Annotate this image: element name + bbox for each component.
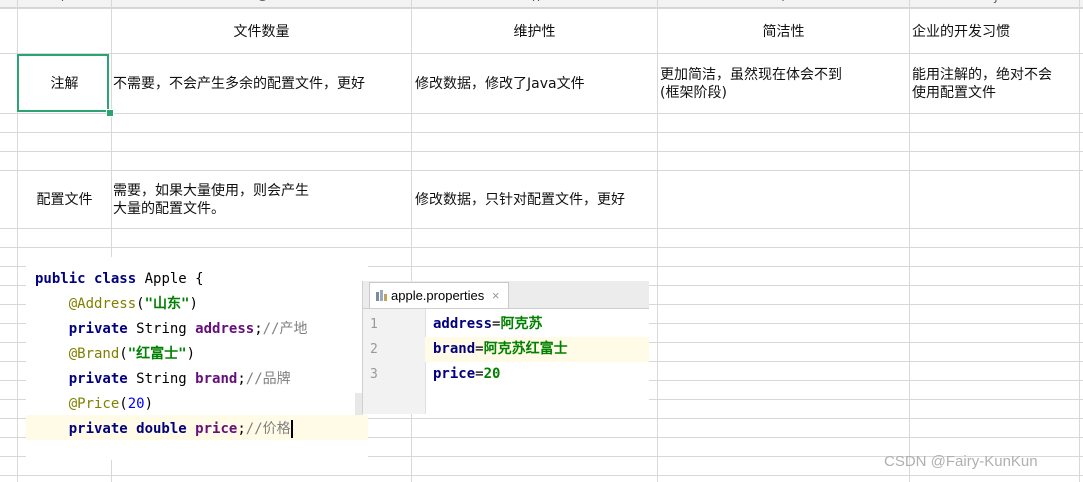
- properties-editor: apple.properties × 1 2 3 address=阿克苏 bra…: [362, 281, 649, 414]
- column-header-i[interactable]: I: [777, 0, 789, 4]
- properties-file-icon: [376, 284, 388, 310]
- column-header-g[interactable]: G: [256, 0, 268, 4]
- cell-annotation-maintainability[interactable]: 修改数据，修改了Java文件: [415, 75, 585, 93]
- row-label-config-file[interactable]: 配置文件: [18, 191, 111, 209]
- line-number: 1: [370, 317, 378, 332]
- code-line-brand-annotation: @Brand("红富士"): [68, 346, 196, 362]
- editor-tab-bar: apple.properties ×: [363, 281, 649, 309]
- code-line-address-field: private String address;//产地: [68, 321, 308, 337]
- fill-handle[interactable]: [106, 109, 114, 117]
- header-conciseness[interactable]: 简洁性: [658, 23, 909, 41]
- column-header-j[interactable]: J: [990, 0, 1002, 4]
- header-file-count[interactable]: 文件数量: [112, 23, 411, 41]
- property-line-brand: brand=阿克苏红富士: [433, 341, 568, 357]
- property-line-price: price=20: [433, 366, 501, 382]
- tab-close-icon[interactable]: ×: [492, 288, 500, 303]
- header-enterprise-habit[interactable]: 企业的开发习惯: [912, 23, 1010, 41]
- line-number: 2: [370, 342, 378, 357]
- selected-cell-border: [17, 54, 109, 112]
- code-line-address-annotation: @Address("山东"): [68, 296, 198, 312]
- column-header-h[interactable]: H: [530, 0, 542, 4]
- cell-annotation-conciseness[interactable]: 更加简洁，虽然现在体会不到 (框架阶段): [660, 66, 842, 102]
- property-line-address: address=阿克苏: [433, 316, 543, 332]
- tab-apple-properties[interactable]: apple.properties ×: [369, 282, 509, 308]
- code-line-price-field: private double price;//价格: [68, 420, 293, 438]
- header-maintainability[interactable]: 维护性: [412, 23, 657, 41]
- text-caret: [290, 420, 293, 438]
- tab-label: apple.properties: [391, 288, 485, 303]
- code-line-class: public class Apple {: [35, 271, 204, 287]
- watermark: CSDN @Fairy-KunKun: [884, 453, 1038, 470]
- cell-config-maintainability[interactable]: 修改数据，只针对配置文件，更好: [415, 191, 625, 209]
- line-number: 3: [370, 367, 378, 382]
- cell-annotation-file-count[interactable]: 不需要，不会产生多余的配置文件，更好: [113, 75, 365, 93]
- cell-config-file-count[interactable]: 需要，如果大量使用，则会产生 大量的配置文件。: [113, 182, 309, 218]
- java-code-screenshot: public class Apple { @Address("山东") priv…: [26, 257, 368, 460]
- cell-annotation-enterprise-habit[interactable]: 能用注解的，绝对不会 使用配置文件: [912, 66, 1052, 102]
- code-line-brand-field: private String brand;//品牌: [68, 371, 291, 387]
- column-header-f[interactable]: F: [58, 0, 70, 4]
- line-number-gutter: 1 2 3: [363, 309, 426, 414]
- code-line-price-annotation: @Price(20): [68, 396, 154, 412]
